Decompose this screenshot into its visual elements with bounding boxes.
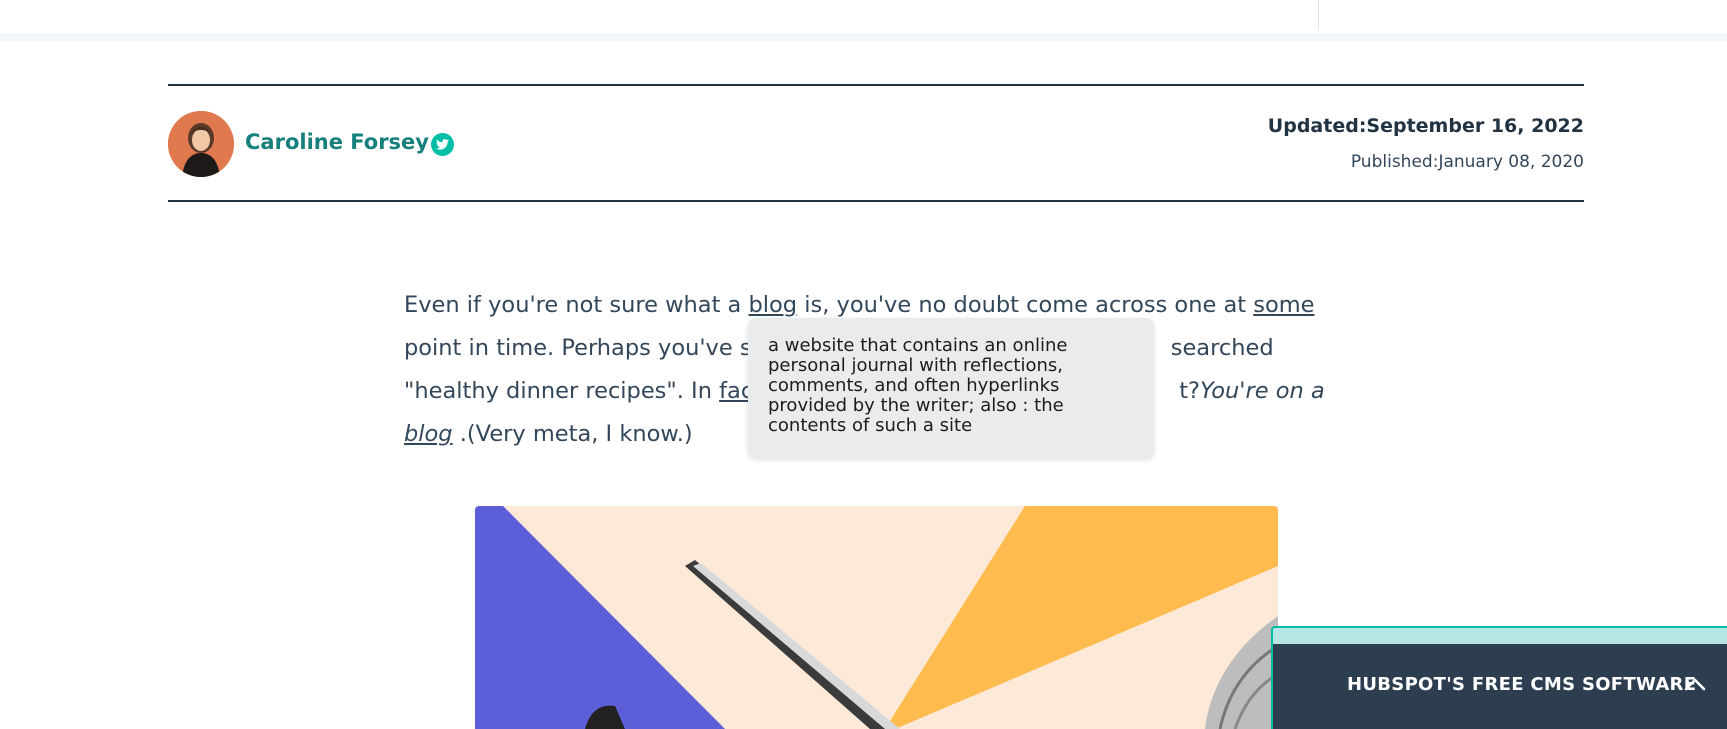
updated-date: Updated:September 16, 2022 xyxy=(1268,115,1584,137)
cta-label[interactable]: HUBSPOT'S FREE CMS SOFTWARE xyxy=(1347,674,1696,695)
published-date: Published:January 08, 2020 xyxy=(1351,152,1584,172)
updated-value: September 16, 2022 xyxy=(1366,115,1584,137)
article-text: t? xyxy=(1179,378,1200,404)
article-text: searched xyxy=(1163,335,1274,361)
some-link[interactable]: some xyxy=(1253,292,1314,318)
tooltip-line: contents of such a site xyxy=(768,415,973,436)
author-rule-top xyxy=(168,84,1584,86)
tooltip-line: provided by the writer; also : the xyxy=(768,395,1064,416)
tooltip-line: personal journal with reflections, xyxy=(768,355,1063,376)
published-label: Published: xyxy=(1350,152,1439,172)
article-text: .(Very meta, I know.) xyxy=(452,421,693,447)
blog-link-italic[interactable]: blog xyxy=(404,421,453,447)
article-text: Even if you're not sure what a xyxy=(404,292,749,318)
hero-image xyxy=(475,506,1278,729)
article-text: "healthy dinner recipes". In xyxy=(404,378,720,404)
author-avatar[interactable] xyxy=(168,111,234,177)
blog-definition-tooltip: a website that contains an online person… xyxy=(748,318,1154,458)
top-nav-bar xyxy=(0,0,1727,33)
author-name-link[interactable]: Caroline Forsey xyxy=(245,130,429,154)
cta-accent-strip xyxy=(1271,626,1727,646)
tooltip-line: comments, and often hyperlinks xyxy=(768,375,1060,396)
cms-cta-banner[interactable]: HUBSPOT'S FREE CMS SOFTWARE xyxy=(1271,644,1727,729)
published-value: January 08, 2020 xyxy=(1438,152,1584,172)
chevron-up-icon[interactable] xyxy=(1683,674,1707,694)
article-text: point in time. Perhaps you've s xyxy=(404,335,752,361)
author-rule-bottom xyxy=(168,200,1584,202)
nav-shadow xyxy=(0,33,1727,41)
blog-definition-link[interactable]: blog xyxy=(749,292,798,318)
twitter-icon[interactable] xyxy=(431,133,454,156)
article-italic-text: You're on a xyxy=(1199,378,1325,404)
article-text: is, you've no doubt come across one at xyxy=(797,292,1254,318)
updated-label: Updated: xyxy=(1267,115,1367,137)
tooltip-line: a website that contains an online xyxy=(768,335,1068,356)
nav-divider xyxy=(1318,0,1319,30)
